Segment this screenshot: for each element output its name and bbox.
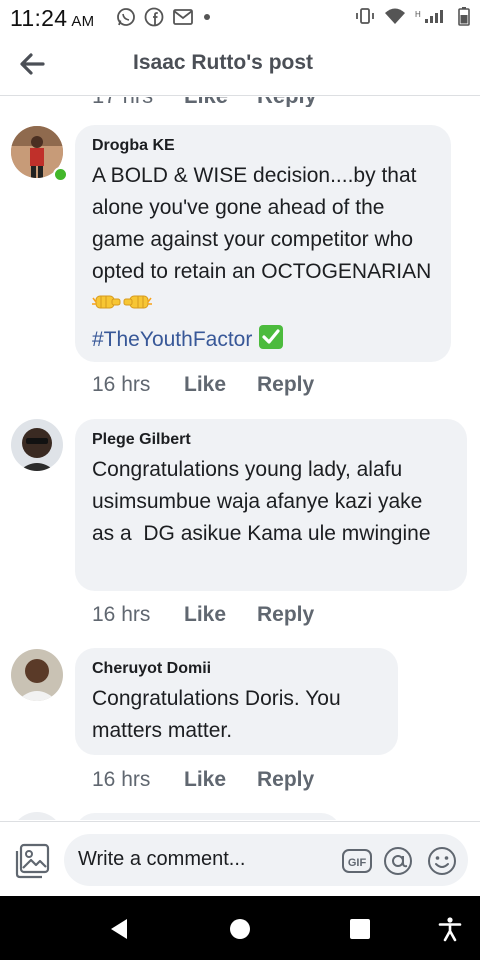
check-mark-icon — [258, 324, 284, 360]
avatar[interactable] — [11, 419, 63, 471]
nav-recents-button[interactable] — [347, 916, 373, 942]
reply-button[interactable]: Reply — [257, 603, 314, 627]
status-bar: 11:24 AM H — [0, 0, 480, 34]
whatsapp-icon — [117, 8, 135, 26]
comment-time: 16 hrs — [92, 373, 151, 396]
accessibility-icon — [438, 917, 462, 942]
comment-input[interactable]: Write a comment... GIF — [64, 834, 468, 886]
svg-text:H: H — [415, 10, 421, 19]
gif-button[interactable]: GIF — [341, 845, 373, 877]
fist-bump-right-icon — [122, 290, 152, 324]
system-navigation-bar — [0, 896, 480, 960]
like-button[interactable]: Like — [184, 603, 226, 627]
comment-author[interactable]: Cheruyot Domii — [92, 660, 381, 678]
comment-bubble[interactable]: Drogba KE A BOLD & WISE decision....by t… — [75, 125, 451, 362]
battery-icon — [458, 7, 470, 26]
reply-button[interactable]: Reply — [257, 97, 317, 107]
emoji-button[interactable] — [426, 845, 458, 877]
mention-button[interactable] — [382, 845, 414, 877]
emoji-icon — [428, 847, 456, 875]
partial-action-row: 17 hrs Like Reply — [0, 97, 480, 107]
post-header: Isaac Rutto's post — [0, 34, 480, 96]
comment-bubble[interactable]: Cheruyot Domii Congratulations Doris. Yo… — [75, 648, 398, 755]
online-status-indicator — [53, 167, 68, 182]
photo-icon — [15, 843, 50, 879]
back-button[interactable] — [14, 46, 50, 82]
signal-icon: H — [415, 10, 443, 23]
vibrate-icon — [356, 8, 374, 24]
arrow-left-icon — [20, 53, 45, 75]
nav-home-button[interactable] — [227, 916, 253, 942]
comment-time: 16 hrs — [92, 603, 151, 626]
hashtag-link[interactable]: #TheYouthFactor — [92, 328, 252, 351]
like-button[interactable]: Like — [184, 768, 226, 792]
comment-author[interactable]: Plege Gilbert — [92, 431, 450, 449]
fist-bump-left-icon — [92, 290, 122, 324]
nav-back-button[interactable] — [106, 916, 132, 942]
nav-accessibility-button[interactable] — [437, 916, 463, 942]
comment-text: Congratulations Doris. You matters matte… — [92, 687, 347, 742]
comment-composer: Write a comment... GIF — [0, 821, 480, 896]
avatar[interactable] — [11, 812, 63, 820]
dot-icon — [204, 14, 210, 20]
comment-input-placeholder: Write a comment... — [78, 848, 246, 870]
avatar[interactable] — [11, 649, 63, 701]
comments-feed[interactable]: 17 hrs Like Reply Drogba KE A BOLD & WIS… — [0, 97, 480, 820]
mention-icon — [384, 847, 412, 875]
comment-bubble[interactable]: Plege Gilbert Congratulations young lady… — [75, 419, 467, 591]
avatar-photo — [11, 649, 63, 701]
reply-button[interactable]: Reply — [257, 373, 314, 397]
comment-bubble[interactable] — [75, 813, 341, 820]
back-triangle-icon — [111, 919, 127, 939]
home-circle-icon — [230, 919, 250, 939]
status-time: 11:24 AM — [10, 5, 95, 31]
gif-icon: GIF — [342, 849, 372, 873]
like-button[interactable]: Like — [184, 373, 226, 397]
page-title: Isaac Rutto's post — [133, 51, 314, 74]
gmail-icon — [173, 9, 193, 25]
add-photo-button[interactable] — [14, 842, 52, 880]
comment-author[interactable]: Drogba KE — [92, 137, 434, 155]
comment-time: 16 hrs — [92, 768, 151, 791]
system-icons: H — [355, 6, 470, 26]
comment-text: A BOLD & WISE decision....by that alone … — [92, 160, 434, 360]
svg-text:GIF: GIF — [348, 857, 367, 869]
facebook-icon — [144, 7, 164, 27]
like-button[interactable]: Like — [184, 97, 228, 107]
reply-button[interactable]: Reply — [257, 768, 314, 792]
comment-time: 17 hrs — [92, 97, 153, 107]
wifi-icon — [385, 8, 405, 24]
comment-text: Congratulations young lady, alafu usimsu… — [92, 458, 431, 545]
avatar-photo — [11, 419, 63, 471]
recents-square-icon — [350, 919, 370, 939]
notification-icons — [116, 7, 212, 27]
